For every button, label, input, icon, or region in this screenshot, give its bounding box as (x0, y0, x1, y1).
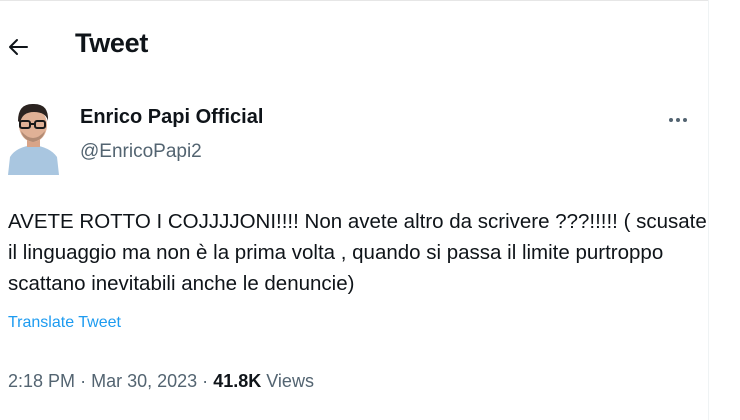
author-name[interactable]: Enrico Papi Official (80, 106, 263, 129)
translate-tweet-link[interactable]: Translate Tweet (8, 314, 121, 332)
author-handle[interactable]: @EnricoPapi2 (80, 141, 202, 163)
page-header: Tweet (0, 22, 700, 72)
more-button[interactable] (664, 110, 692, 130)
back-button[interactable] (0, 32, 36, 62)
tweet-text-line: il linguaggio ma non è la prima volta , … (8, 241, 664, 264)
more-horizontal-icon (669, 118, 687, 122)
tweet-text-line: scattano inevitabili anche le denuncie) (8, 272, 355, 295)
tweet-text: AVETE ROTTO I COJJJJONI!!!! Non avete al… (8, 206, 707, 299)
tweet-date[interactable]: Mar 30, 2023 (91, 371, 197, 391)
top-border (0, 0, 740, 1)
tweet-time[interactable]: 2:18 PM (8, 371, 75, 391)
views-label: Views (266, 371, 314, 391)
tweet-meta: 2:18 PM · Mar 30, 2023 · 41.8K Views (8, 371, 314, 392)
meta-separator: · (80, 371, 87, 391)
page-title: Tweet (75, 28, 149, 58)
arrow-left-icon (9, 39, 28, 55)
avatar-photo (6, 93, 61, 175)
meta-separator: · (202, 371, 209, 391)
right-sidebar (709, 0, 740, 420)
views-count: 41.8K (213, 371, 262, 391)
avatar[interactable] (6, 93, 61, 175)
tweet-text-line: AVETE ROTTO I COJJJJONI!!!! Non avete al… (8, 210, 707, 233)
